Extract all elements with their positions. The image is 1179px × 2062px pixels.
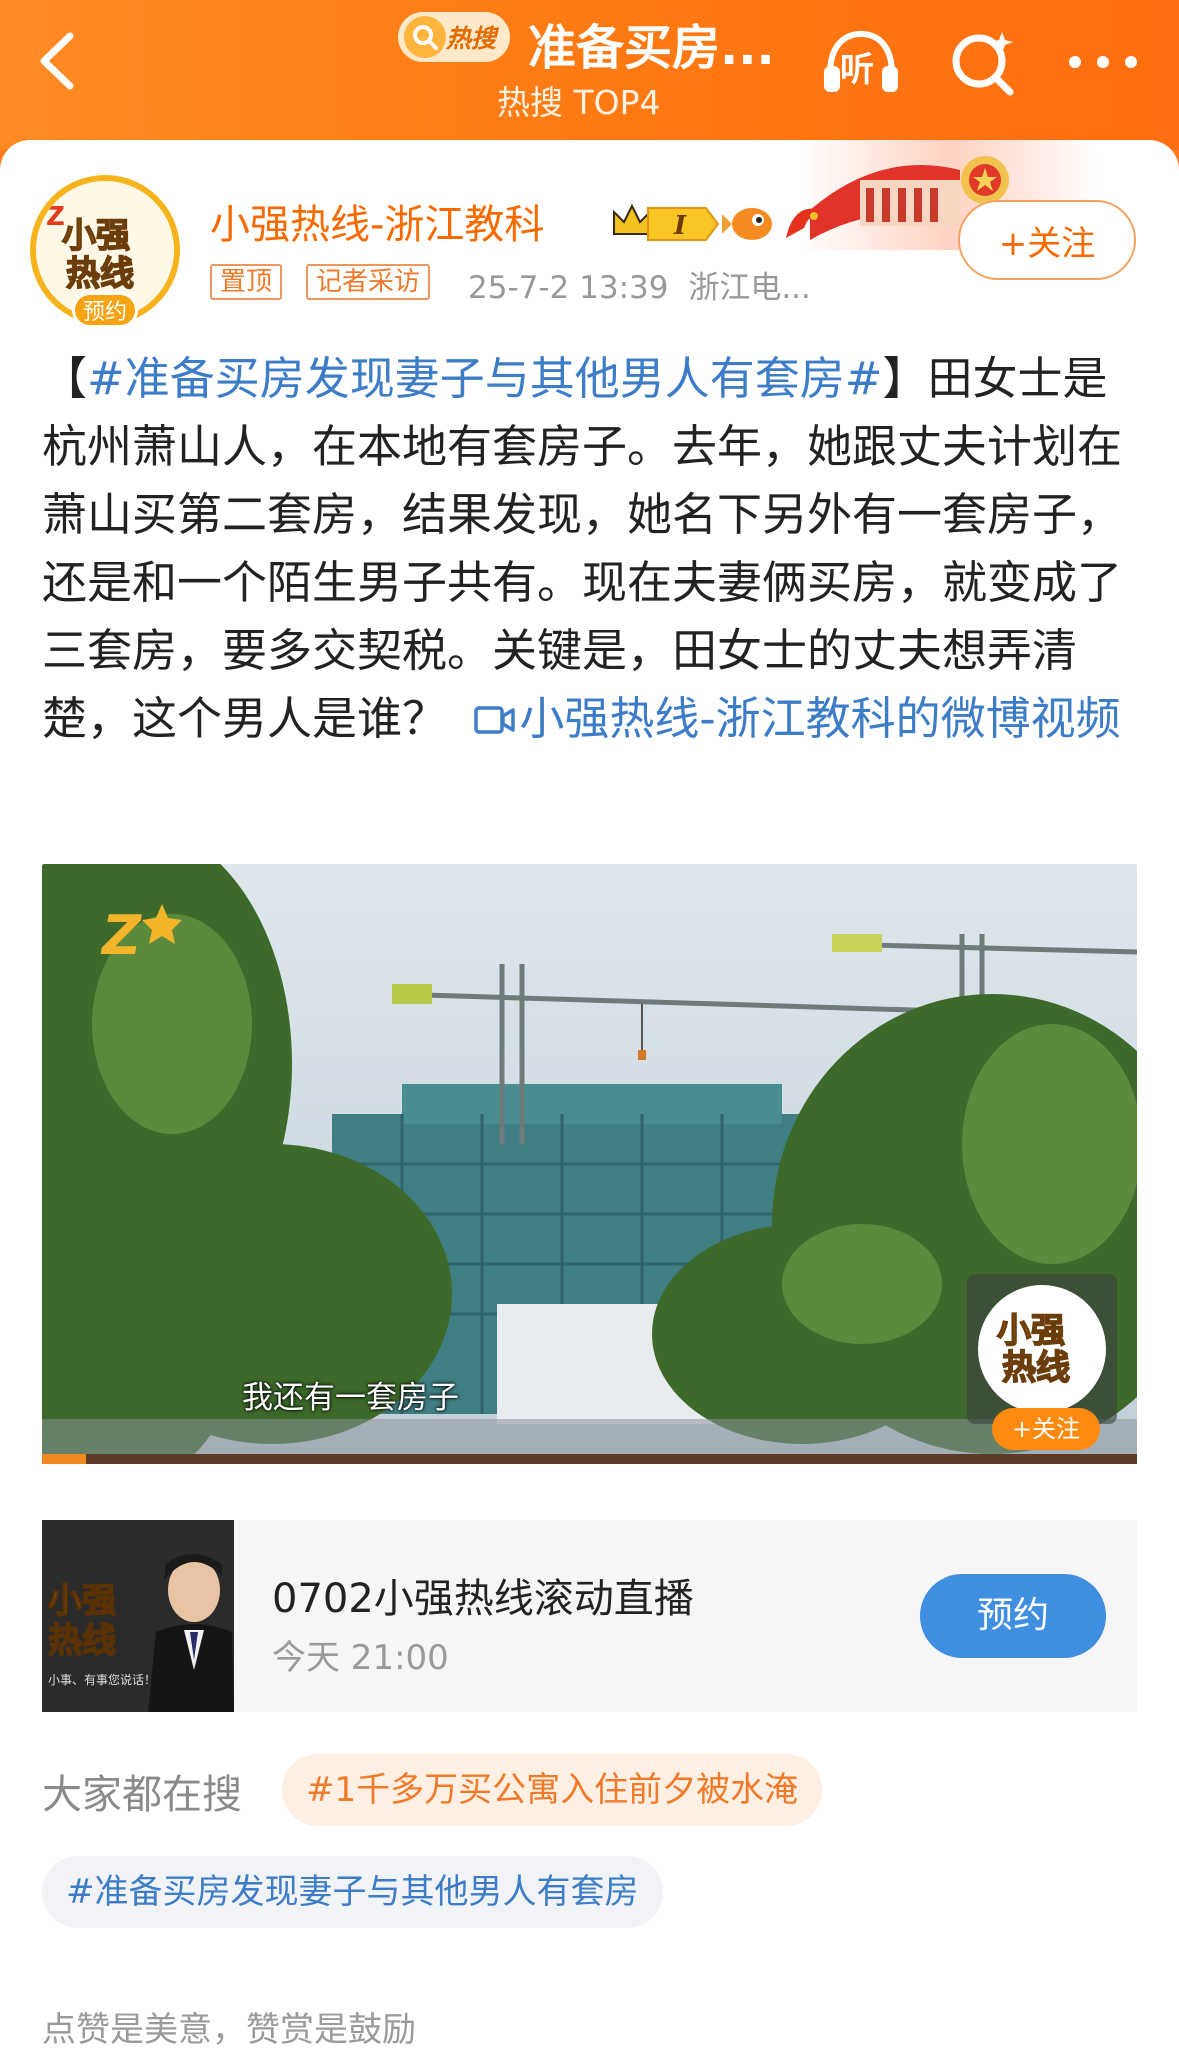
listen-button[interactable]: 听 <box>820 28 902 98</box>
user-name[interactable]: 小强热线-浙江教科 <box>210 192 544 250</box>
back-arrow-icon[interactable] <box>30 28 90 94</box>
post-meta: 25-7-2 13:39 浙江电... <box>468 262 811 307</box>
live-thumbnail: 小强 热线 小事、有事您说话！ <box>42 1520 234 1712</box>
trending-label: 大家都在搜 <box>42 1772 242 1818</box>
topic-chip[interactable]: #准备买房发现妻子与其他男人有套房 <box>42 1856 663 1928</box>
pinned-tag: 置顶 <box>210 264 283 300</box>
svg-text:热线: 热线 <box>48 1621 116 1661</box>
live-time: 今天 21:00 <box>272 1638 449 1678</box>
post-time: 25-7-2 13:39 <box>468 270 669 306</box>
more-options-icon[interactable] <box>1065 44 1141 80</box>
svg-text:小强: 小强 <box>997 1311 1065 1351</box>
post-card: 小强 热线 Z 预约 小强热线-浙江教科 I +关注 置顶 记者采访 25-7-… <box>0 140 1179 2062</box>
video-subtitle: 我还有一套房子 <box>242 1380 459 1416</box>
video-follow-button[interactable]: +关注 <box>992 1408 1100 1450</box>
reward-hint: 点赞是美意，赞赏是鼓励 <box>42 2010 416 2050</box>
bracket-open: 【 <box>42 352 88 405</box>
video-link-label: 小强热线-浙江教科的微博视频 <box>519 692 1121 745</box>
video-progress-fill <box>42 1454 86 1464</box>
svg-text:热线: 热线 <box>1002 1348 1070 1388</box>
svg-text:Z: Z <box>46 202 65 232</box>
video-camera-icon <box>474 706 516 734</box>
post-body: 【#准备买房发现妻子与其他男人有套房#】田女士是杭州萧山人，在本地有套房子。去年… <box>42 345 1142 753</box>
video-link[interactable]: 小强热线-浙江教科的微博视频 <box>461 692 1121 745</box>
search-icon[interactable] <box>948 28 1018 98</box>
interview-tag: 记者采访 <box>306 264 431 300</box>
svg-text:小强: 小强 <box>62 216 130 256</box>
video-frame: Z 小强 热线 <box>42 864 1137 1464</box>
hot-search-badge: 热搜 <box>398 12 510 62</box>
video-player[interactable]: Z 小强 热线 我还有一套房子 +关注 <box>42 864 1137 1464</box>
follow-label: +关注 <box>998 223 1096 264</box>
vip-level: I <box>673 211 687 241</box>
follow-button[interactable]: +关注 <box>958 200 1136 280</box>
svg-text:小强: 小强 <box>48 1581 116 1621</box>
top-bar: 热搜 准备买房... 热搜 TOP4 听 <box>0 0 1179 150</box>
search-icon <box>404 16 446 58</box>
page-subtitle: 热搜 TOP4 <box>497 83 661 122</box>
live-reservation-card[interactable]: 小强 热线 小事、有事您说话！ 0702小强热线滚动直播 今天 21:00 预约 <box>42 1520 1137 1712</box>
thumb-slogan: 小事、有事您说话！ <box>48 1672 156 1687</box>
reserve-button[interactable]: 预约 <box>920 1574 1106 1658</box>
post-text: 田女士是杭州萧山人，在本地有套房子。去年，她跟丈夫计划在萧山买第二套房，结果发现… <box>42 352 1123 745</box>
svg-text:热线: 热线 <box>66 254 134 294</box>
bracket-close: 】 <box>882 352 928 405</box>
live-title: 0702小强热线滚动直播 <box>272 1576 694 1622</box>
hot-search-label: 热搜 <box>445 24 496 53</box>
topic-link[interactable]: #准备买房发现妻子与其他男人有套房# <box>87 352 882 405</box>
page-title: 准备买房... <box>528 20 775 76</box>
svg-text:Z: Z <box>100 904 142 967</box>
post-source: 浙江电... <box>688 270 811 306</box>
avatar-reserve-tag[interactable]: 预约 <box>72 292 138 328</box>
trending-chip[interactable]: #1千多万买公寓入住前夕被水淹 <box>282 1754 823 1826</box>
vip-badges: I <box>608 192 838 248</box>
listen-label: 听 <box>840 50 874 90</box>
